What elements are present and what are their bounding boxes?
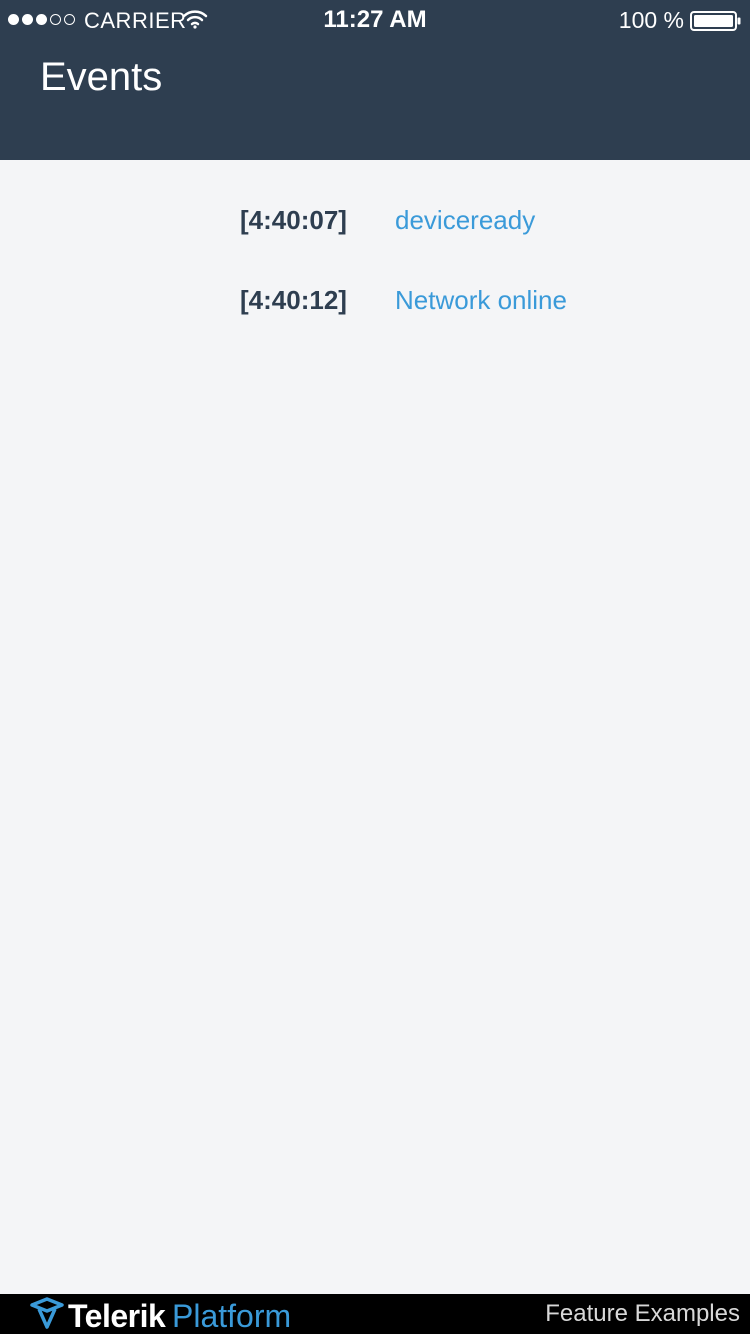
battery-percent: 100 % [618, 7, 684, 33]
battery-full-icon [690, 11, 741, 31]
event-name: Network online [395, 285, 567, 315]
event-row: [4:40:07] deviceready [0, 200, 750, 240]
feature-examples-label: Feature Examples [545, 1300, 740, 1327]
event-timestamp: [4:40:12] [240, 285, 347, 315]
app-screen: CARRIER 11:27 AM 100 % Events [4:40:07] … [0, 0, 750, 1334]
event-name: deviceready [395, 205, 536, 235]
footer-bar: Telerik Platform Feature Examples [0, 1294, 750, 1334]
logo-product: Platform [172, 1298, 292, 1334]
telerik-logo-icon [30, 1297, 64, 1329]
event-row: [4:40:12] Network online [0, 280, 750, 320]
status-bar: CARRIER 11:27 AM 100 % [0, 0, 750, 40]
event-timestamp: [4:40:07] [240, 205, 347, 235]
page-title: Events [40, 55, 163, 99]
logo-brand: Telerik [68, 1298, 166, 1334]
header: CARRIER 11:27 AM 100 % Events [0, 0, 750, 160]
